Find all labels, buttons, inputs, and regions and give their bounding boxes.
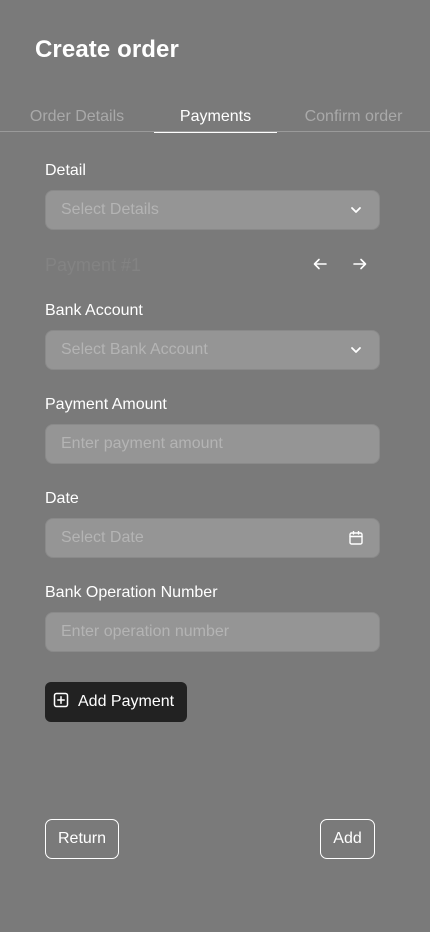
detail-placeholder: Select Details <box>61 201 159 218</box>
bank-account-select[interactable]: Select Bank Account <box>45 330 380 370</box>
payment-amount-placeholder: Enter payment amount <box>61 435 223 452</box>
payment-navigation: Payment #1 <box>45 253 380 279</box>
operation-number-label: Bank Operation Number <box>45 584 218 601</box>
add-button[interactable]: Add <box>320 819 375 859</box>
date-picker[interactable]: Select Date <box>45 518 380 558</box>
detail-select[interactable]: Select Details <box>45 190 380 230</box>
chevron-down-icon <box>348 202 364 218</box>
arrow-left-icon <box>313 257 327 275</box>
calendar-icon <box>348 530 364 546</box>
payment-amount-input[interactable]: Enter payment amount <box>45 424 380 464</box>
detail-label: Detail <box>45 162 86 179</box>
tab-bar: Order Details Payments Confirm order <box>0 104 430 133</box>
next-payment-button[interactable] <box>350 256 370 276</box>
bank-account-placeholder: Select Bank Account <box>61 341 208 358</box>
operation-number-input[interactable]: Enter operation number <box>45 612 380 652</box>
tab-order-details[interactable]: Order Details <box>0 104 154 132</box>
arrow-right-icon <box>353 257 367 275</box>
tab-payments[interactable]: Payments <box>154 104 277 133</box>
date-placeholder: Select Date <box>61 529 144 546</box>
operation-number-placeholder: Enter operation number <box>61 623 230 640</box>
tab-confirm-order[interactable]: Confirm order <box>277 104 430 132</box>
date-label: Date <box>45 490 79 507</box>
bank-account-label: Bank Account <box>45 302 143 319</box>
previous-payment-button[interactable] <box>310 256 330 276</box>
page-title: Create order <box>35 36 179 63</box>
chevron-down-icon <box>348 342 364 358</box>
payment-title: Payment #1 <box>45 255 142 275</box>
create-order-screen: Create order Order Details Payments Conf… <box>0 0 430 932</box>
payment-amount-label: Payment Amount <box>45 396 167 413</box>
return-button[interactable]: Return <box>45 819 119 859</box>
add-payment-label: Add Payment <box>78 693 175 710</box>
plus-square-icon <box>53 692 69 713</box>
add-payment-button[interactable]: Add Payment <box>45 682 187 722</box>
